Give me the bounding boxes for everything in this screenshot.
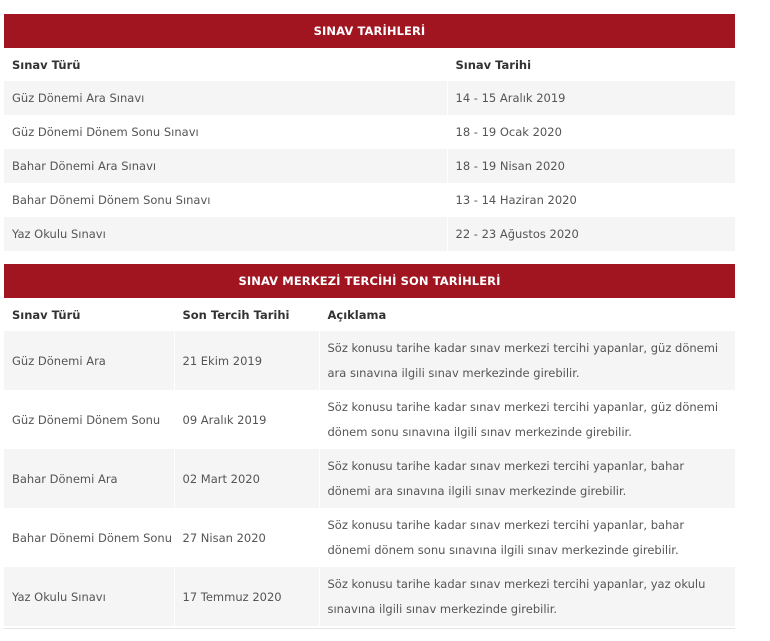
column-header-exam-type: Sınav Türü [4, 298, 175, 331]
table-row: Yaz Okulu Sınavı 17 Temmuz 2020 Söz konu… [4, 567, 735, 626]
exam-center-deadlines-title: SINAV MERKEZİ TERCİHİ SON TARİHLERİ [4, 264, 735, 298]
exam-type-cell: Güz Dönemi Ara Sınavı [4, 81, 448, 115]
table-row: Bahar Dönemi Ara 02 Mart 2020 Söz konusu… [4, 449, 735, 508]
exam-type-cell: Güz Dönemi Dönem Sonu Sınavı [4, 115, 448, 149]
description-cell: Söz konusu tarihe kadar sınav merkezi te… [319, 331, 735, 390]
column-header-exam-type: Sınav Türü [4, 48, 448, 81]
table-row: Bahar Dönemi Dönem Sonu 27 Nisan 2020 Sö… [4, 508, 735, 567]
bottom-divider [4, 628, 735, 629]
deadline-cell: 21 Ekim 2019 [174, 331, 320, 390]
deadline-cell: 09 Aralık 2019 [174, 390, 320, 449]
exam-date-cell: 13 - 14 Haziran 2020 [455, 193, 577, 207]
column-header-exam-date: Sınav Tarihi [447, 48, 735, 81]
table-row: Bahar Dönemi Ara Sınavı 18 - 19 Nisan 20… [4, 149, 735, 183]
description-cell: Söz konusu tarihe kadar sınav merkezi te… [327, 518, 685, 557]
content-area: SINAV TARİHLERİ Sınav Türü Sınav Tarihi … [4, 14, 735, 629]
exam-date-cell: 18 - 19 Nisan 2020 [447, 149, 735, 183]
table-row: Güz Dönemi Dönem Sonu 09 Aralık 2019 Söz… [4, 390, 735, 449]
exam-type-cell: Güz Dönemi Dönem Sonu [4, 390, 175, 449]
exam-type-cell: Bahar Dönemi Ara Sınavı [4, 149, 448, 183]
table-row: Yaz Okulu Sınavı 22 - 23 Ağustos 2020 [4, 217, 735, 251]
table-row: Bahar Dönemi Dönem Sonu Sınavı 13 - 14 H… [4, 183, 735, 217]
exam-type-cell: Bahar Dönemi Ara [4, 449, 175, 508]
table-header-row: Sınav Türü Son Tercih Tarihi Açıklama [4, 298, 735, 331]
deadline-cell: 02 Mart 2020 [174, 449, 320, 508]
table-header-row: Sınav Türü Sınav Tarihi [4, 48, 735, 81]
exam-center-deadlines-table: Sınav Türü Son Tercih Tarihi Açıklama Gü… [4, 298, 735, 626]
description-cell: Söz konusu tarihe kadar sınav merkezi te… [319, 449, 735, 508]
column-header-deadline: Son Tercih Tarihi [174, 298, 320, 331]
exam-type-cell: Bahar Dönemi Dönem Sonu [4, 508, 175, 567]
exam-type-cell: Yaz Okulu Sınavı [4, 217, 448, 251]
exam-dates-table: Sınav Türü Sınav Tarihi Güz Dönemi Ara S… [4, 48, 735, 251]
exam-type-cell: Bahar Dönemi Dönem Sonu Sınavı [4, 183, 448, 217]
deadline-cell: 17 Temmuz 2020 [174, 567, 320, 626]
deadline-cell: 27 Nisan 2020 [174, 508, 320, 567]
exam-type-cell: Güz Dönemi Ara [4, 331, 175, 390]
exam-type-cell: Yaz Okulu Sınavı [4, 567, 175, 626]
table-row: Güz Dönemi Ara 21 Ekim 2019 Söz konusu t… [4, 331, 735, 390]
column-header-description: Açıklama [319, 298, 735, 331]
description-cell: Söz konusu tarihe kadar sınav merkezi te… [327, 400, 719, 439]
exam-date-cell: 22 - 23 Ağustos 2020 [447, 217, 735, 251]
table-row: Güz Dönemi Dönem Sonu Sınavı 18 - 19 Oca… [4, 115, 735, 149]
description-cell: Söz konusu tarihe kadar sınav merkezi te… [319, 567, 735, 626]
exam-date-cell: 14 - 15 Aralık 2019 [447, 81, 735, 115]
exam-date-cell: 18 - 19 Ocak 2020 [455, 125, 562, 139]
table-row: Güz Dönemi Ara Sınavı 14 - 15 Aralık 201… [4, 81, 735, 115]
exam-dates-title: SINAV TARİHLERİ [4, 14, 735, 48]
